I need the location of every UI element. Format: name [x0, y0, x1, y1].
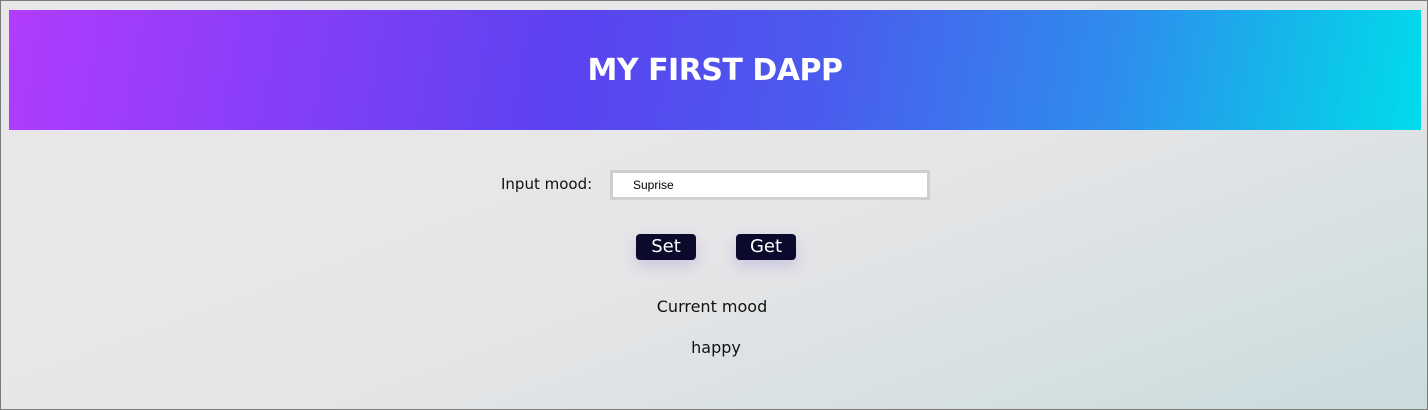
get-button[interactable]: Get	[736, 234, 796, 260]
current-mood-value: happy	[691, 338, 741, 357]
mood-input[interactable]	[610, 170, 930, 200]
app-title: MY FIRST DAPP	[587, 52, 843, 88]
current-mood-heading: Current mood	[656, 297, 768, 316]
mood-input-label: Input mood:	[501, 175, 593, 193]
app-header: MY FIRST DAPP	[9, 10, 1421, 130]
mood-form: Input mood:	[1, 170, 1428, 200]
set-button[interactable]: Set	[636, 234, 696, 260]
